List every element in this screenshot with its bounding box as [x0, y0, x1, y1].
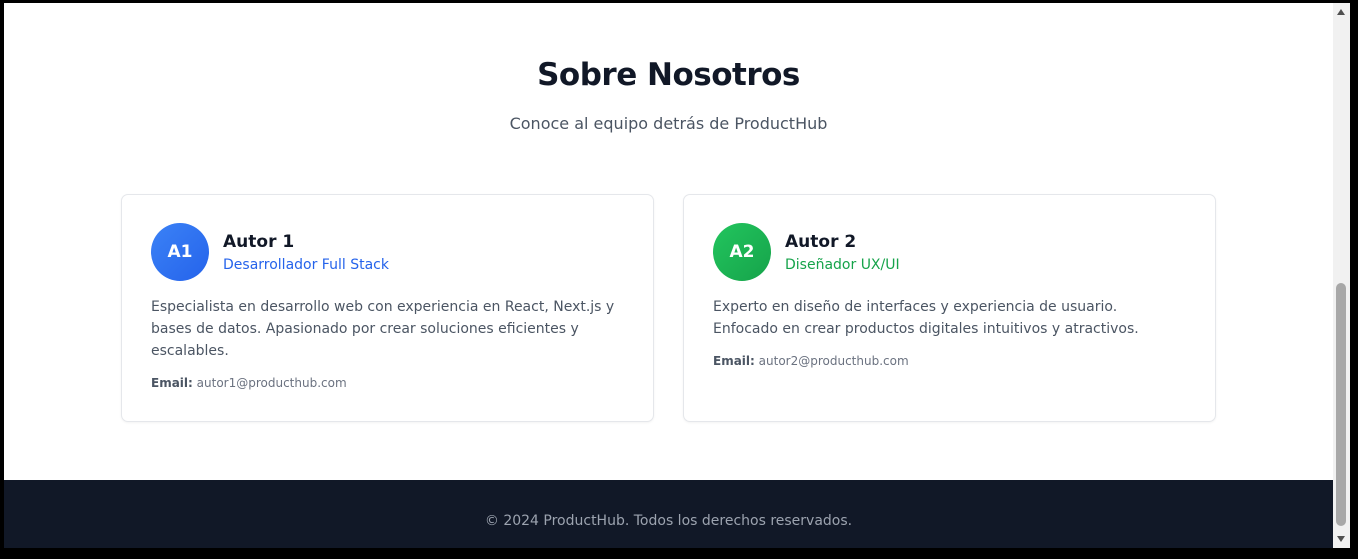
- scroll-down-arrow-icon[interactable]: [1337, 536, 1345, 542]
- footer-copyright: © 2024 ProductHub. Todos los derechos re…: [484, 513, 853, 529]
- avatar: A1: [151, 223, 209, 281]
- team-card-autor-2: A2 Autor 2 Diseñador UX/UI Experto en di…: [683, 194, 1216, 422]
- page-subtitle: Conoce al equipo detrás de ProductHub: [509, 114, 828, 133]
- email-label: Email:: [151, 376, 193, 390]
- member-role: Diseñador UX/UI: [785, 257, 900, 273]
- member-name: Autor 2: [785, 232, 857, 252]
- vertical-scrollbar[interactable]: [1333, 3, 1350, 548]
- email-address: autor2@producthub.com: [758, 354, 909, 368]
- member-bio: Experto en diseño de interfaces y experi…: [713, 299, 1139, 337]
- member-name: Autor 1: [223, 232, 295, 252]
- member-bio: Especialista en desarrollo web con exper…: [151, 299, 615, 359]
- email-address: autor1@producthub.com: [196, 376, 347, 390]
- site-footer: © 2024 ProductHub. Todos los derechos re…: [4, 480, 1333, 548]
- page-viewport: Sobre Nosotros Conoce al equipo detrás d…: [4, 3, 1333, 548]
- team-card-autor-1: A1 Autor 1 Desarrollador Full Stack Espe…: [121, 194, 654, 422]
- member-email: Email: autor2@producthub.com: [713, 354, 909, 368]
- scrollbar-thumb[interactable]: [1336, 283, 1346, 526]
- member-role: Desarrollador Full Stack: [223, 257, 389, 273]
- scroll-up-arrow-icon[interactable]: [1337, 9, 1345, 15]
- member-email: Email: autor1@producthub.com: [151, 376, 347, 390]
- page-title: Sobre Nosotros: [537, 57, 800, 93]
- avatar: A2: [713, 223, 771, 281]
- email-label: Email:: [713, 354, 755, 368]
